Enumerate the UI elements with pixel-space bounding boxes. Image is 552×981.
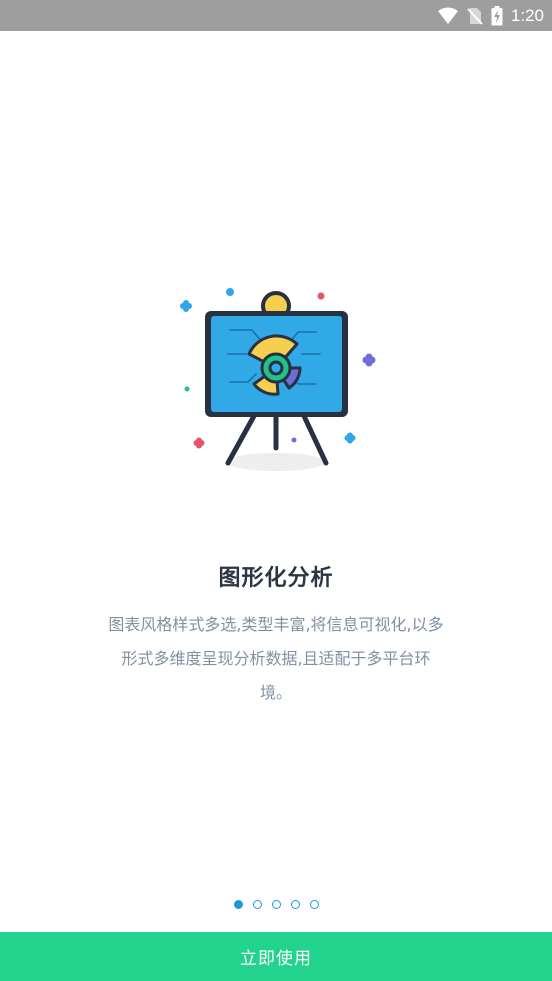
sparkle-icon — [180, 300, 192, 312]
page-dot-3[interactable] — [271, 900, 281, 909]
no-sim-icon — [467, 7, 483, 25]
status-bar: 1:20 — [0, 0, 552, 31]
page-dot-5[interactable] — [309, 900, 319, 909]
wifi-icon — [437, 7, 458, 24]
page-title: 图形化分析 — [218, 566, 334, 591]
sparkle-icon — [362, 353, 376, 367]
presentation-board-pie-chart-icon — [180, 288, 376, 471]
battery-charging-icon — [491, 5, 503, 25]
sparkle-icon — [344, 432, 356, 444]
page-dot-4[interactable] — [290, 900, 300, 909]
start-now-button[interactable]: 立即使用 — [0, 932, 552, 981]
page-description: 图表风格样式多选,类型丰富,将信息可视化,以多形式多维度呈现分析数据,且适配于多… — [108, 615, 444, 702]
page-indicator[interactable] — [0, 900, 552, 909]
page-dot-2[interactable] — [252, 900, 262, 909]
page-dot-1[interactable] — [233, 900, 243, 909]
status-icons: 1:20 — [437, 4, 544, 27]
sparkle-icon — [193, 437, 205, 449]
status-time: 1:20 — [510, 6, 544, 25]
